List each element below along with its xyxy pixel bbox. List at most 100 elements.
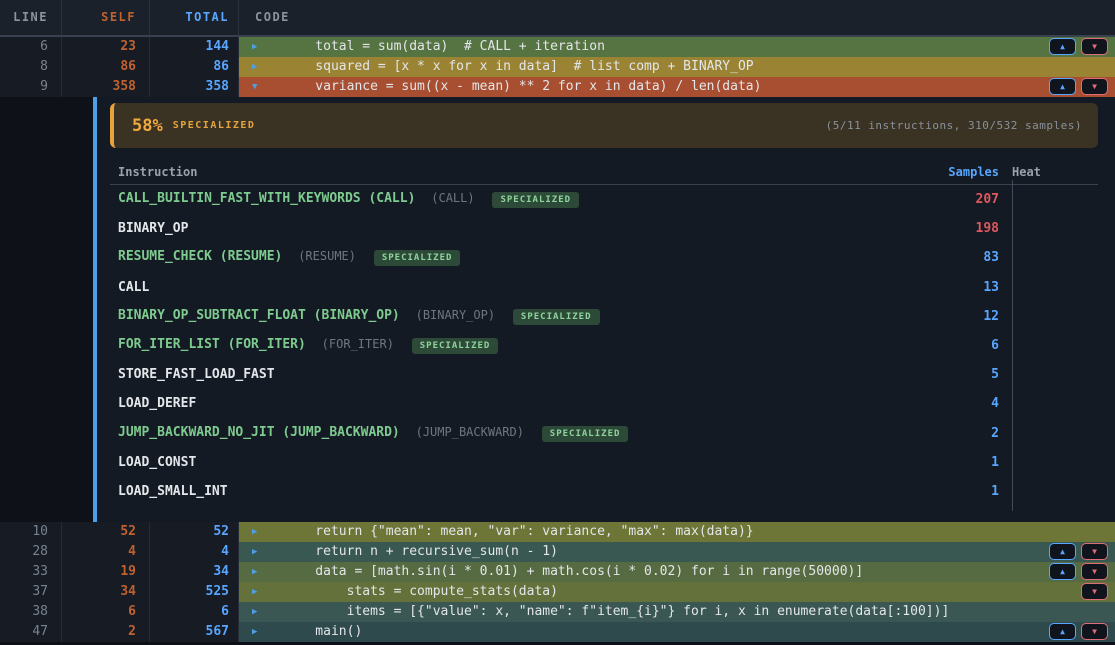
- code-line-row[interactable]: 10 52 52 ▶ return {"mean": mean, "var": …: [0, 522, 1115, 542]
- code-cell[interactable]: ▶ return n + recursive_sum(n - 1) ▲ ▼: [239, 542, 1115, 562]
- instruction-base-opcode: (CALL): [431, 191, 474, 205]
- expand-icon[interactable]: ▶: [252, 602, 257, 622]
- code-line-row[interactable]: 33 19 34 ▶ data = [math.sin(i * 0.01) + …: [0, 562, 1115, 582]
- total-samples: 34: [150, 562, 239, 582]
- code-cell[interactable]: ▶ data = [math.sin(i * 0.01) + math.cos(…: [239, 562, 1115, 582]
- instruction-samples: 5: [919, 367, 999, 382]
- instruction-name: FOR_ITER_LIST (FOR_ITER) (FOR_ITER) SPEC…: [110, 337, 919, 354]
- code-text: total = sum(data) # CALL + iteration: [239, 37, 1115, 57]
- line-number: 9: [0, 77, 62, 97]
- instruction-opcode: BINARY_OP: [118, 221, 188, 236]
- code-cell[interactable]: ▶ main() ▲ ▼: [239, 622, 1115, 642]
- code-text: return n + recursive_sum(n - 1): [239, 542, 1115, 562]
- instruction-samples: 13: [919, 280, 999, 295]
- self-samples: 2: [62, 622, 150, 642]
- code-text: return {"mean": mean, "var": variance, "…: [239, 522, 1115, 542]
- total-samples: 52: [150, 522, 239, 542]
- code-cell[interactable]: ▶ return {"mean": mean, "var": variance,…: [239, 522, 1115, 542]
- self-samples: 86: [62, 57, 150, 77]
- expand-icon[interactable]: ▶: [252, 522, 257, 542]
- jump-down-button[interactable]: ▼: [1081, 78, 1108, 95]
- code-rows-top: 6 23 144 ▶ total = sum(data) # CALL + it…: [0, 37, 1115, 97]
- instruction-opcode: RESUME_CHECK (RESUME): [118, 249, 282, 264]
- instruction-row: LOAD_CONST 1: [110, 448, 1098, 477]
- instruction-name: JUMP_BACKWARD_NO_JIT (JUMP_BACKWARD) (JU…: [110, 425, 919, 442]
- collapse-icon[interactable]: ▼: [252, 77, 257, 97]
- jump-up-button[interactable]: ▲: [1049, 38, 1076, 55]
- instruction-opcode: LOAD_SMALL_INT: [118, 484, 228, 499]
- jump-up-button[interactable]: ▲: [1049, 78, 1076, 95]
- code-line-row[interactable]: 38 6 6 ▶ items = [{"value": x, "name": f…: [0, 602, 1115, 622]
- code-text: main(): [239, 622, 1115, 642]
- jump-down-button[interactable]: ▼: [1081, 543, 1108, 560]
- instruction-table-header: Instruction Samples Heat: [110, 160, 1098, 185]
- self-samples: 34: [62, 582, 150, 602]
- expand-icon[interactable]: ▶: [252, 37, 257, 57]
- expansion-connector-line: [93, 97, 97, 522]
- jump-up-button[interactable]: ▲: [1049, 623, 1076, 640]
- code-cell[interactable]: ▶ total = sum(data) # CALL + iteration ▲…: [239, 37, 1115, 57]
- expand-icon[interactable]: ▶: [252, 562, 257, 582]
- total-samples: 525: [150, 582, 239, 602]
- code-line-row[interactable]: 8 86 86 ▶ squared = [x * x for x in data…: [0, 57, 1115, 77]
- total-samples: 6: [150, 602, 239, 622]
- instruction-row: BINARY_OP 198: [110, 214, 1098, 243]
- specialization-banner: 58% SPECIALIZED (5/11 instructions, 310/…: [110, 103, 1098, 148]
- specialized-badge: SPECIALIZED: [513, 309, 600, 325]
- code-cell[interactable]: ▶ squared = [x * x for x in data] # list…: [239, 57, 1115, 77]
- instruction-samples: 4: [919, 396, 999, 411]
- row-buttons: ▲ ▼: [1049, 623, 1108, 640]
- specialized-badge: SPECIALIZED: [412, 338, 499, 354]
- total-samples: 4: [150, 542, 239, 562]
- jump-down-button[interactable]: ▼: [1081, 623, 1108, 640]
- instruction-samples: 6: [919, 338, 999, 353]
- instruction-samples: 1: [919, 484, 999, 499]
- code-text: variance = sum((x - mean) ** 2 for x in …: [239, 77, 1115, 97]
- jump-up-button[interactable]: ▲: [1049, 543, 1076, 560]
- instruction-row: JUMP_BACKWARD_NO_JIT (JUMP_BACKWARD) (JU…: [110, 419, 1098, 448]
- self-samples: 19: [62, 562, 150, 582]
- code-cell[interactable]: ▼ variance = sum((x - mean) ** 2 for x i…: [239, 77, 1115, 97]
- line-number: 10: [0, 522, 62, 542]
- instruction-opcode: LOAD_DEREF: [118, 396, 196, 411]
- instruction-heat: [999, 472, 1098, 510]
- code-rows-bottom: 10 52 52 ▶ return {"mean": mean, "var": …: [0, 522, 1115, 642]
- jump-down-button[interactable]: ▼: [1081, 563, 1108, 580]
- instruction-opcode: CALL_BUILTIN_FAST_WITH_KEYWORDS (CALL): [118, 191, 415, 206]
- jump-down-button[interactable]: ▼: [1081, 583, 1108, 600]
- instruction-row: CALL 13: [110, 273, 1098, 302]
- expand-icon[interactable]: ▶: [252, 57, 257, 77]
- code-line-row[interactable]: 47 2 567 ▶ main() ▲ ▼: [0, 622, 1115, 642]
- column-header-heat: Heat: [999, 165, 1098, 179]
- expand-icon[interactable]: ▶: [252, 622, 257, 642]
- code-line-row[interactable]: 6 23 144 ▶ total = sum(data) # CALL + it…: [0, 37, 1115, 57]
- code-line-row[interactable]: 28 4 4 ▶ return n + recursive_sum(n - 1)…: [0, 542, 1115, 562]
- expand-icon[interactable]: ▶: [252, 542, 257, 562]
- expand-icon[interactable]: ▶: [252, 582, 257, 602]
- specialized-badge: SPECIALIZED: [374, 250, 461, 266]
- code-cell[interactable]: ▶ stats = compute_stats(data) ▲ ▼: [239, 582, 1115, 602]
- specialized-badge: SPECIALIZED: [542, 426, 629, 442]
- line-number: 37: [0, 582, 62, 602]
- row-buttons: ▲ ▼: [1049, 543, 1108, 560]
- jump-down-button[interactable]: ▼: [1081, 38, 1108, 55]
- instruction-samples: 83: [919, 250, 999, 265]
- self-samples: 358: [62, 77, 150, 97]
- specialized-percent: 58%: [132, 116, 163, 136]
- code-line-row[interactable]: 37 34 525 ▶ stats = compute_stats(data) …: [0, 582, 1115, 602]
- code-line-row[interactable]: 9 358 358 ▼ variance = sum((x - mean) **…: [0, 77, 1115, 97]
- instruction-row: STORE_FAST_LOAD_FAST 5: [110, 360, 1098, 389]
- instruction-opcode: CALL: [118, 280, 149, 295]
- jump-up-button[interactable]: ▲: [1049, 563, 1076, 580]
- specialized-detail: (5/11 instructions, 310/532 samples): [826, 119, 1082, 132]
- instruction-opcode: JUMP_BACKWARD_NO_JIT (JUMP_BACKWARD): [118, 425, 400, 440]
- self-samples: 4: [62, 542, 150, 562]
- instruction-name: BINARY_OP_SUBTRACT_FLOAT (BINARY_OP) (BI…: [110, 308, 919, 325]
- specialized-badge: SPECIALIZED: [492, 192, 579, 208]
- total-samples: 567: [150, 622, 239, 642]
- instruction-opcode: STORE_FAST_LOAD_FAST: [118, 367, 275, 382]
- code-cell[interactable]: ▶ items = [{"value": x, "name": f"item_{…: [239, 602, 1115, 622]
- heat-bar-track: [1012, 471, 1013, 511]
- instruction-name: BINARY_OP: [110, 221, 919, 236]
- line-number: 6: [0, 37, 62, 57]
